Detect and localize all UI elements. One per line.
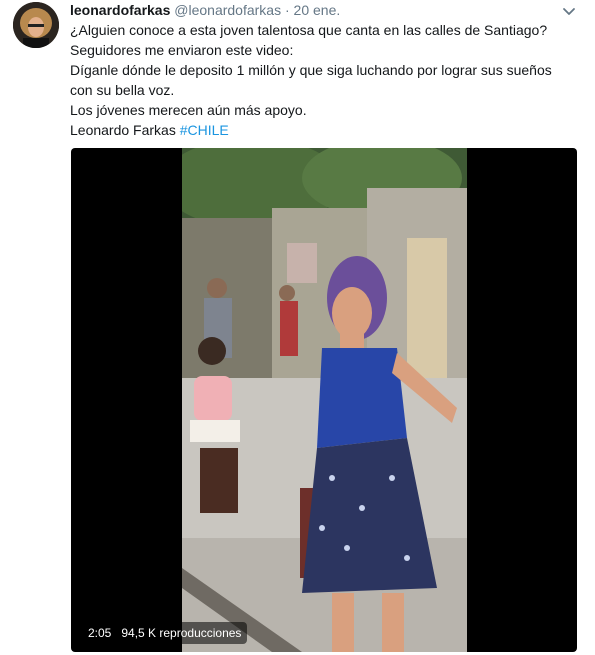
tweet-text: ¿Alguien conoce a esta joven talentosa q… [70, 20, 570, 140]
hashtag-link[interactable]: #CHILE [180, 122, 229, 138]
tweet-line: ¿Alguien conoce a esta joven talentosa q… [70, 22, 548, 38]
tweet-date[interactable]: 20 ene. [294, 2, 341, 18]
username-handle[interactable]: @leonardofarkas [174, 2, 281, 18]
video-player[interactable] [71, 148, 577, 652]
avatar[interactable] [13, 2, 59, 48]
tweet-header: leonardofarkas @leonardofarkas · 20 ene. [70, 1, 340, 19]
video-duration: 2:05 [88, 626, 112, 640]
tweet-line: Los jóvenes merecen aún más apoyo. [70, 102, 307, 118]
tweet-line: con su bella voz. [70, 82, 175, 98]
chevron-down-icon[interactable] [561, 4, 577, 16]
signature: Leonardo Farkas [70, 122, 176, 138]
display-name[interactable]: leonardofarkas [70, 2, 170, 18]
video-info-badge: 2:05 94,5 K reproducciones [82, 622, 248, 644]
video-frame [182, 148, 467, 652]
tweet-line: Díganle dónde le deposito 1 millón y que… [70, 62, 552, 78]
tweet-signature-line: Leonardo Farkas #CHILE [70, 120, 570, 140]
separator-dot: · [284, 2, 290, 18]
tweet-line: Seguidores me enviaron este video: [70, 42, 294, 58]
video-view-count: 94,5 K reproducciones [121, 626, 242, 640]
